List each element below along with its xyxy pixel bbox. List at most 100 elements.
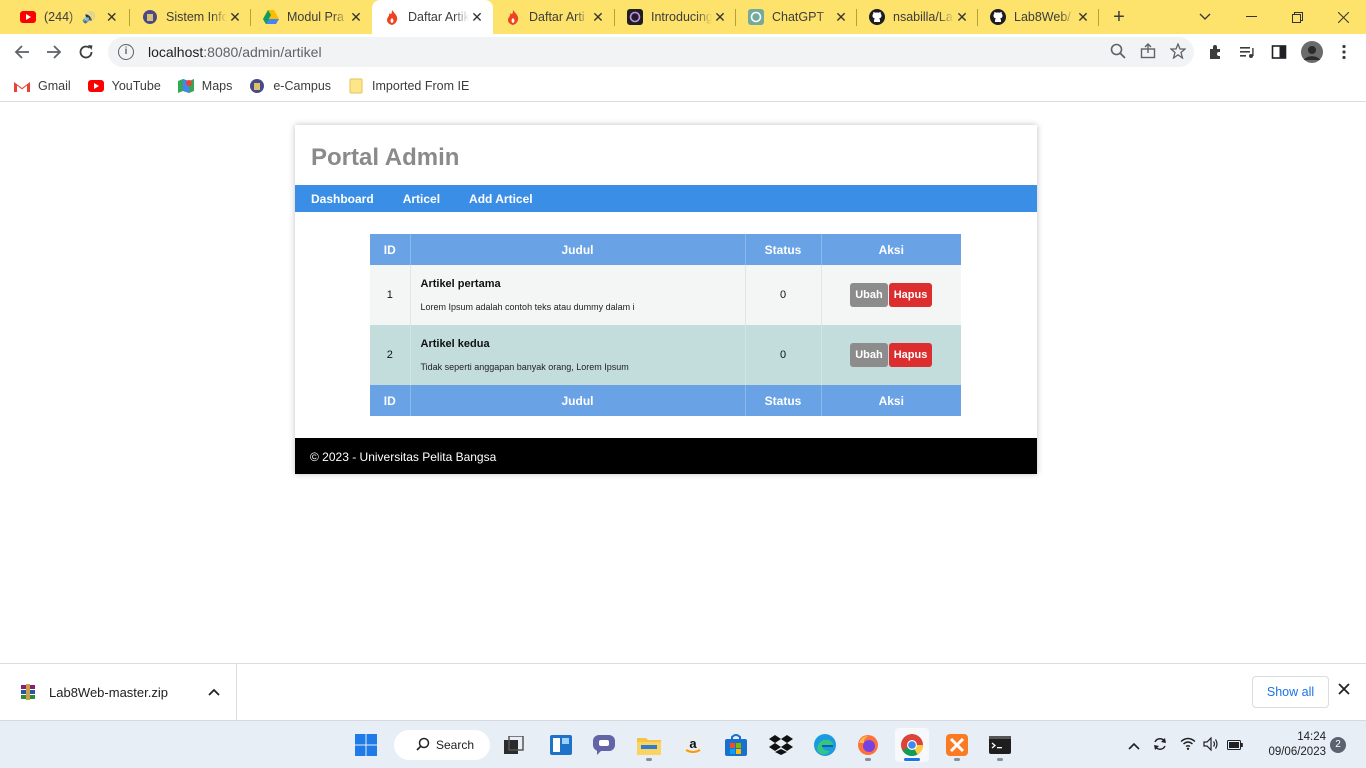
speaker-icon[interactable]: 🔊 (82, 11, 96, 24)
maps-icon (177, 78, 194, 94)
edit-button[interactable]: Ubah (850, 283, 888, 307)
close-icon[interactable]: ✕ (227, 9, 243, 25)
download-filename: Lab8Web-master.zip (49, 684, 168, 700)
volume-icon[interactable] (1203, 736, 1219, 754)
site-info-icon[interactable]: i (118, 44, 134, 60)
header-aksi: Aksi (821, 234, 961, 265)
github-icon (869, 9, 885, 25)
close-icon[interactable]: ✕ (348, 9, 364, 25)
zoom-search-icon[interactable] (1110, 43, 1126, 63)
tab-daftar-artikel-active[interactable]: Daftar Artik ✕ (372, 0, 493, 34)
minimize-icon[interactable] (1228, 0, 1274, 34)
svg-text:a: a (689, 736, 697, 751)
bookmark-ecampus[interactable]: e-Campus (249, 78, 331, 94)
bookmark-label: e-Campus (273, 78, 332, 93)
close-icon[interactable]: ✕ (104, 9, 120, 25)
profile-avatar[interactable] (1299, 39, 1325, 65)
youtube-icon (20, 9, 36, 25)
sync-icon[interactable] (1152, 736, 1168, 755)
admin-container: Portal Admin Dashboard Articel Add Artic… (295, 125, 1037, 474)
browser-toolbar: i localhost:8080/admin/artikel (0, 34, 1366, 70)
notification-badge[interactable]: 2 (1330, 737, 1346, 753)
reload-icon[interactable] (73, 39, 99, 65)
delete-button[interactable]: Hapus (888, 343, 933, 367)
bookmark-star-icon[interactable] (1169, 42, 1187, 63)
nav-dashboard[interactable]: Dashboard (311, 192, 374, 206)
tab-sistem-informasi[interactable]: Sistem Infor ✕ (130, 0, 251, 34)
page-title: Portal Admin (311, 144, 460, 171)
search-label: Search (436, 738, 475, 752)
nav-articel[interactable]: Articel (403, 192, 440, 206)
chevron-up-icon[interactable] (1128, 738, 1140, 753)
restore-icon[interactable] (1274, 0, 1320, 34)
media-control-icon[interactable] (1234, 39, 1260, 65)
system-tray (1128, 721, 1243, 768)
edit-button[interactable]: Ubah (850, 343, 888, 367)
tab-title: (244) S (44, 10, 78, 24)
main-nav: Dashboard Articel Add Articel (295, 185, 1037, 212)
tab-chatgpt[interactable]: ChatGPT ✕ (736, 0, 857, 34)
bookmark-imported-from-ie[interactable]: Imported From IE (348, 78, 469, 94)
tab-search-icon[interactable] (1182, 0, 1228, 34)
tab-youtube[interactable]: (244) S 🔊 ✕ (8, 0, 129, 34)
tab-introducing[interactable]: Introducing ✕ (615, 0, 736, 34)
footer-aksi: Aksi (821, 385, 961, 416)
dropbox-icon[interactable] (764, 728, 798, 762)
forward-icon[interactable] (41, 39, 67, 65)
extensions-icon[interactable] (1203, 39, 1229, 65)
new-tab-icon[interactable]: + (1106, 4, 1132, 30)
close-icon[interactable]: ✕ (1075, 9, 1091, 25)
start-windows-icon[interactable] (349, 728, 383, 762)
bookmark-youtube[interactable]: YouTube (87, 78, 161, 94)
close-icon[interactable]: ✕ (712, 9, 728, 25)
chevron-up-icon[interactable] (208, 685, 220, 699)
bookmark-maps[interactable]: Maps (177, 78, 232, 94)
table-header-row: ID Judul Status Aksi (370, 234, 961, 265)
tab-title: Introducing (651, 10, 712, 24)
nav-add-articel[interactable]: Add Articel (469, 192, 533, 206)
firefox-icon[interactable] (851, 728, 885, 762)
running-indicator (646, 758, 652, 761)
close-icon[interactable]: ✕ (590, 9, 606, 25)
edge-icon[interactable] (808, 728, 842, 762)
widgets-icon[interactable] (544, 728, 578, 762)
close-window-icon[interactable] (1320, 0, 1366, 34)
file-explorer-icon[interactable] (632, 728, 666, 762)
share-icon[interactable] (1140, 43, 1156, 63)
taskbar-search[interactable]: Search (394, 730, 490, 760)
chrome-menu-icon[interactable] (1331, 39, 1357, 65)
download-item[interactable]: Lab8Web-master.zip (0, 664, 237, 720)
close-icon[interactable]: ✕ (954, 9, 970, 25)
task-view-icon[interactable] (497, 728, 531, 762)
battery-icon[interactable] (1227, 738, 1243, 753)
close-icon[interactable]: ✕ (469, 9, 485, 25)
xampp-icon[interactable] (940, 728, 974, 762)
terminal-icon[interactable] (983, 728, 1017, 762)
bookmark-gmail[interactable]: Gmail (14, 78, 71, 94)
site-header: Portal Admin (295, 125, 1037, 185)
url-host: localhost (148, 44, 204, 60)
tab-modul-praktikum[interactable]: Modul Pra ✕ (251, 0, 372, 34)
tab-daftar-artikel-2[interactable]: Daftar Arti ✕ (493, 0, 614, 34)
running-indicator (865, 758, 871, 761)
amazon-icon[interactable]: a (676, 728, 710, 762)
tab-strip: (244) S 🔊 ✕ Sistem Infor ✕ Modul Pra ✕ D… (0, 0, 1366, 34)
tab-github-lab8web[interactable]: Lab8Web/ ✕ (978, 0, 1099, 34)
tab-github-nsabilla[interactable]: nsabilla/La ✕ (857, 0, 978, 34)
back-icon[interactable] (9, 39, 35, 65)
side-panel-icon[interactable] (1266, 39, 1292, 65)
teams-chat-icon[interactable] (587, 728, 621, 762)
close-icon[interactable]: ✕ (833, 9, 849, 25)
chrome-taskbar-icon[interactable] (895, 728, 929, 762)
close-shelf-icon[interactable] (1338, 682, 1350, 700)
header-judul: Judul (410, 234, 746, 265)
taskbar-clock[interactable]: 14:24 09/06/2023 (1254, 730, 1326, 760)
url-text[interactable]: localhost:8080/admin/artikel (148, 44, 322, 60)
cell-judul: Artikel pertama Lorem Ipsum adalah conto… (410, 265, 746, 325)
active-indicator (904, 758, 920, 761)
address-bar[interactable]: i localhost:8080/admin/artikel (108, 37, 1194, 67)
delete-button[interactable]: Hapus (888, 283, 933, 307)
show-all-button[interactable]: Show all (1252, 676, 1329, 708)
microsoft-store-icon[interactable] (719, 728, 753, 762)
wifi-icon[interactable] (1180, 737, 1196, 753)
